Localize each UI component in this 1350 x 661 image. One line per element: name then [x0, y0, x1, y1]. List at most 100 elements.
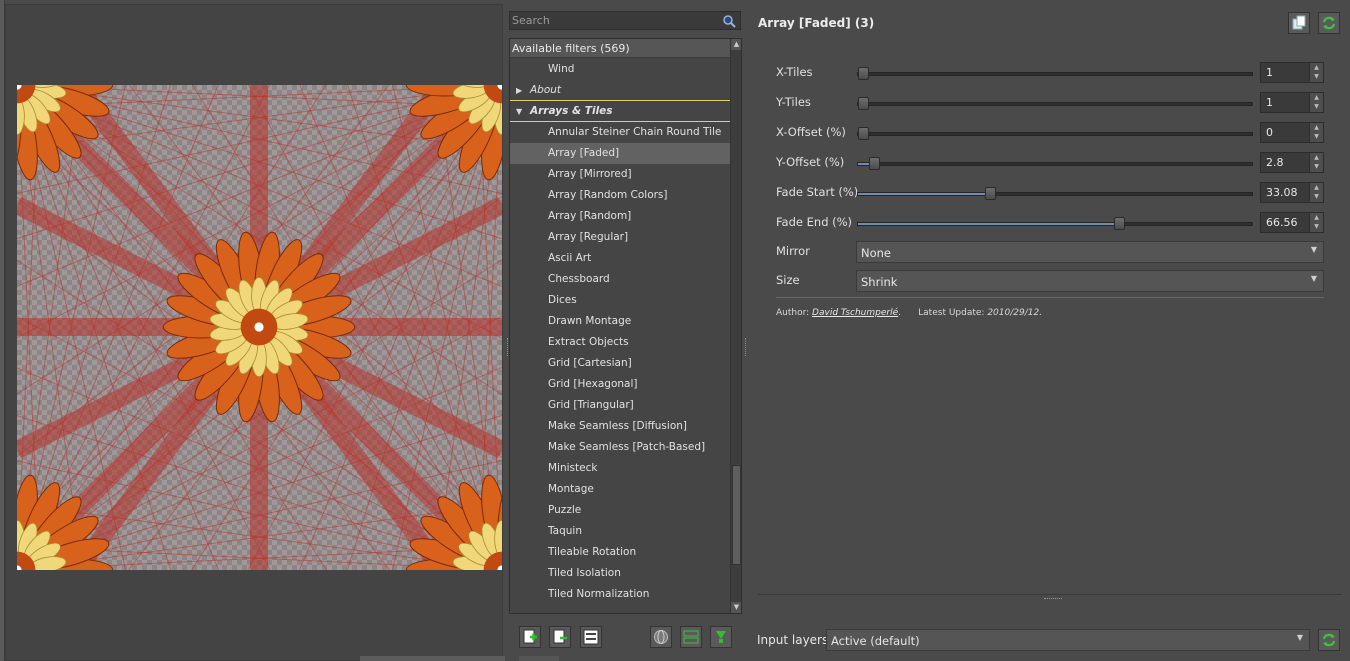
param-spinbox[interactable]: 1 ▲ ▼: [1260, 62, 1324, 83]
update-filters-button[interactable]: [710, 626, 732, 648]
remove-favorite-button[interactable]: [549, 626, 571, 648]
expand-collapse-button[interactable]: [680, 626, 702, 648]
author-prefix: Author:: [776, 308, 813, 318]
filter-item[interactable]: Extract Objects: [510, 332, 731, 353]
filter-item[interactable]: Make Seamless [Patch-Based]: [510, 437, 731, 458]
filter-item[interactable]: Array [Regular]: [510, 227, 731, 248]
splitter-handle-right[interactable]: [745, 338, 748, 356]
filter-label: Drawn Montage: [548, 315, 632, 327]
slider-handle[interactable]: [985, 187, 997, 200]
spinbox-value[interactable]: 2.8: [1266, 156, 1284, 169]
filter-item[interactable]: Dices: [510, 290, 731, 311]
spinbox-value[interactable]: 1: [1266, 96, 1273, 109]
slider-handle[interactable]: [868, 157, 880, 170]
spin-arrows-icon[interactable]: ▲ ▼: [1309, 63, 1323, 82]
preview-image[interactable]: [17, 85, 502, 570]
spin-arrows-icon[interactable]: ▲ ▼: [1309, 123, 1323, 142]
filter-item[interactable]: Chessboard: [510, 269, 731, 290]
refresh-preview-button[interactable]: [1318, 12, 1340, 34]
rename-favorite-button[interactable]: [580, 626, 602, 648]
param-spinbox[interactable]: 2.8 ▲ ▼: [1260, 152, 1324, 173]
param-slider[interactable]: [857, 217, 1253, 230]
filter-item[interactable]: Array [Faded]: [510, 143, 731, 164]
param-spinbox[interactable]: 0 ▲ ▼: [1260, 122, 1324, 143]
filter-item[interactable]: Montage: [510, 479, 731, 500]
filter-label: Grid [Cartesian]: [548, 357, 632, 369]
filter-label: Array [Regular]: [548, 231, 629, 243]
filter-item[interactable]: Array [Mirrored]: [510, 164, 731, 185]
filter-item[interactable]: Grid [Hexagonal]: [510, 374, 731, 395]
param-slider[interactable]: [857, 187, 1253, 200]
triangle-down-icon[interactable]: ▼: [516, 101, 522, 122]
filter-item[interactable]: Taquin: [510, 521, 731, 542]
filter-item[interactable]: Annular Steiner Chain Round Tile: [510, 122, 731, 143]
filter-item[interactable]: Tiled Normalization: [510, 584, 731, 605]
rename-favorite-icon: [583, 629, 599, 645]
internet-update-button[interactable]: [650, 626, 672, 648]
size-select[interactable]: Shrink ▼: [856, 270, 1324, 292]
param-spinbox[interactable]: 1 ▲ ▼: [1260, 92, 1324, 113]
refresh-input-button[interactable]: [1318, 629, 1340, 651]
copy-to-clipboard-button[interactable]: [1288, 12, 1310, 34]
mirror-select[interactable]: None ▼: [856, 241, 1324, 263]
spin-arrows-icon[interactable]: ▲ ▼: [1309, 183, 1323, 202]
mirror-value: None: [861, 246, 892, 260]
param-slider[interactable]: [857, 97, 1253, 110]
filter-item[interactable]: Drawn Montage: [510, 311, 731, 332]
param-slider[interactable]: [857, 127, 1253, 140]
preview-zoom-bar: [360, 656, 505, 661]
scroll-down-arrow-icon[interactable]: ▼: [731, 602, 741, 613]
chevron-down-icon: ▼: [1310, 274, 1317, 283]
mirror-label: Mirror: [776, 244, 810, 258]
spin-arrows-icon[interactable]: ▲ ▼: [1309, 93, 1323, 112]
search-icon[interactable]: [722, 14, 736, 28]
input-layers-select[interactable]: Active (default) ▼: [826, 629, 1310, 651]
param-slider[interactable]: [857, 67, 1253, 80]
param-slider[interactable]: [857, 157, 1253, 170]
add-favorite-button[interactable]: [519, 626, 541, 648]
filter-folder[interactable]: ▶ About: [510, 80, 731, 101]
slider-handle[interactable]: [1114, 217, 1126, 230]
scroll-thumb[interactable]: [732, 465, 741, 565]
filter-label: Wind: [548, 63, 575, 75]
spin-arrows-icon[interactable]: ▲ ▼: [1309, 213, 1323, 232]
filter-item[interactable]: Tiled Isolation: [510, 563, 731, 584]
spinbox-value[interactable]: 33.08: [1266, 186, 1298, 199]
filter-item[interactable]: Tileable Rotation: [510, 542, 731, 563]
param-spinbox[interactable]: 33.08 ▲ ▼: [1260, 182, 1324, 203]
filter-label: Make Seamless [Diffusion]: [548, 420, 687, 432]
filter-tree-header[interactable]: Available filters (569): [510, 39, 731, 58]
param-label: X-Offset (%): [776, 125, 846, 139]
spinbox-value[interactable]: 1: [1266, 66, 1273, 79]
filter-item[interactable]: Ministeck: [510, 458, 731, 479]
resize-grip[interactable]: [1044, 598, 1062, 601]
filter-folder[interactable]: ▼ Arrays & Tiles: [510, 101, 731, 122]
spinbox-value[interactable]: 0: [1266, 126, 1273, 139]
filter-item[interactable]: Make Seamless [Diffusion]: [510, 416, 731, 437]
param-label: Y-Offset (%): [776, 155, 845, 169]
panel-divider: [758, 594, 1342, 595]
param-spinbox[interactable]: 66.56 ▲ ▼: [1260, 212, 1324, 233]
filter-item[interactable]: Grid [Triangular]: [510, 395, 731, 416]
spin-arrows-icon[interactable]: ▲ ▼: [1309, 153, 1323, 172]
slider-handle[interactable]: [858, 97, 869, 110]
search-box[interactable]: [509, 11, 741, 30]
refresh-icon: [1322, 16, 1336, 30]
filter-item[interactable]: Grid [Cartesian]: [510, 353, 731, 374]
filter-label: Grid [Triangular]: [548, 399, 634, 411]
filter-item[interactable]: Array [Random Colors]: [510, 185, 731, 206]
slider-handle[interactable]: [858, 127, 869, 140]
scroll-up-arrow-icon[interactable]: ▲: [731, 39, 741, 50]
filter-label: Ascii Art: [548, 252, 592, 264]
search-input[interactable]: [510, 12, 720, 29]
slider-handle[interactable]: [858, 67, 869, 80]
filter-scrollbar[interactable]: ▲ ▼: [730, 39, 741, 613]
filter-label: Array [Faded]: [548, 147, 620, 159]
filter-item[interactable]: Wind: [510, 59, 731, 80]
filter-item[interactable]: Ascii Art: [510, 248, 731, 269]
author-link[interactable]: David Tschumperlé: [812, 308, 898, 318]
spinbox-value[interactable]: 66.56: [1266, 216, 1298, 229]
filter-item[interactable]: Array [Random]: [510, 206, 731, 227]
triangle-right-icon[interactable]: ▶: [516, 80, 522, 101]
filter-item[interactable]: Puzzle: [510, 500, 731, 521]
